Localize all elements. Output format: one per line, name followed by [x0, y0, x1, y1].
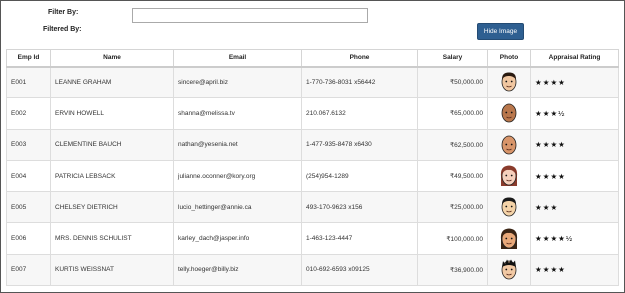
woman-face-icon	[499, 165, 519, 187]
name-cell: MRS. DENNIS SCHULIST	[50, 222, 174, 255]
emp-id-header[interactable]: Emp Id	[6, 49, 51, 68]
photo-cell	[487, 159, 531, 193]
phone-cell: 1-770-736-8031 x56442	[301, 65, 418, 99]
table-row[interactable]: E001 LEANNE GRAHAM sincere@april.biz 1-770-…	[6, 65, 619, 99]
table-row[interactable]: E007 KURTIS WEISSNAT telly.hoeger@billy.bi…	[6, 253, 619, 287]
emp-id-cell: E003	[6, 128, 51, 161]
name-cell: LEANNE GRAHAM	[50, 65, 174, 99]
filter-input[interactable]	[132, 8, 368, 23]
emp-id-cell: E001	[6, 65, 51, 99]
hide-image-button[interactable]: Hide Image	[477, 23, 524, 40]
appraisal-rating-cell: ★★★★	[530, 128, 619, 161]
phone-header[interactable]: Phone	[301, 49, 418, 68]
table-row[interactable]: E002 ERVIN HOWELL shanna@melissa.tv 210.067…	[6, 97, 619, 130]
table-body: E001 LEANNE GRAHAM sincere@april.biz 1-770-…	[6, 65, 619, 287]
man-spiky-hair-face-icon	[499, 259, 519, 280]
salary-cell: ₹50,000.00	[417, 65, 488, 99]
salary-cell: ₹100,000.00	[417, 222, 488, 255]
email-cell: shanna@melissa.tv	[173, 97, 302, 130]
email-cell: telly.hoeger@billy.biz	[173, 253, 302, 287]
photo-cell	[487, 253, 531, 287]
appraisal-rating-header[interactable]: Appraisal Rating	[530, 49, 619, 68]
star-rating-icon: ★★★★	[535, 77, 566, 87]
salary-cell: ₹49,500.00	[417, 159, 488, 193]
email-cell: lucio_hettinger@annie.ca	[173, 191, 302, 224]
photo-header[interactable]: Photo	[487, 49, 531, 68]
bald-man-face-icon	[499, 135, 519, 155]
name-cell: ERVIN HOWELL	[50, 97, 174, 130]
salary-header[interactable]: Salary	[417, 49, 488, 68]
email-header[interactable]: Email	[173, 49, 302, 68]
table-row[interactable]: E004 PATRICIA LEBSACK julianne.oconner@kor…	[6, 159, 619, 193]
photo-cell	[487, 97, 531, 130]
employee-table: Emp Id Name Email Phone Salary Photo Appraisal…	[6, 49, 619, 287]
star-rating-icon: ★★★	[535, 202, 559, 212]
phone-cell: 210.067.6132	[301, 97, 418, 130]
appraisal-rating-cell: ★★★★	[530, 159, 619, 193]
salary-cell: ₹25,000.00	[417, 191, 488, 224]
emp-id-cell: E006	[6, 222, 51, 255]
bald-man-face-icon	[499, 104, 519, 123]
salary-cell: ₹36,900.00	[417, 253, 488, 287]
phone-cell: (254)954-1289	[301, 159, 418, 193]
photo-cell	[487, 222, 531, 255]
name-cell: CHELSEY DIETRICH	[50, 191, 174, 224]
salary-cell: ₹62,500.00	[417, 128, 488, 161]
email-cell: julianne.oconner@kory.org	[173, 159, 302, 193]
appraisal-rating-cell: ★★★★	[530, 253, 619, 287]
star-rating-icon: ★★★½	[535, 108, 566, 118]
star-rating-icon: ★★★★	[535, 140, 566, 150]
phone-cell: 1-463-123-4447	[301, 222, 418, 255]
photo-cell	[487, 191, 531, 224]
man-short-hair-face-icon	[499, 72, 519, 92]
star-rating-icon: ★★★★	[535, 265, 566, 275]
filtered-by-label: Filtered By:	[43, 26, 82, 33]
phone-cell: 1-477-935-8478 x6430	[301, 128, 418, 161]
table-header-row: Emp Id Name Email Phone Salary Photo Appraisal…	[6, 49, 619, 68]
appraisal-rating-cell: ★★★	[530, 191, 619, 224]
woman-dark-hair-face-icon	[499, 228, 519, 249]
name-header[interactable]: Name	[50, 49, 174, 68]
email-cell: sincere@april.biz	[173, 65, 302, 99]
email-cell: nathan@yesenia.net	[173, 128, 302, 161]
name-cell: PATRICIA LEBSACK	[50, 159, 174, 193]
salary-cell: ₹65,000.00	[417, 97, 488, 130]
phone-cell: 493-170-9623 x156	[301, 191, 418, 224]
table-row[interactable]: E005 CHELSEY DIETRICH lucio_hettinger@anni…	[6, 191, 619, 224]
photo-cell	[487, 65, 531, 99]
table-row[interactable]: E003 CLEMENTINE BAUCH nathan@yesenia.net 1-…	[6, 128, 619, 161]
name-cell: CLEMENTINE BAUCH	[50, 128, 174, 161]
photo-cell	[487, 128, 531, 161]
name-cell: KURTIS WEISSNAT	[50, 253, 174, 287]
phone-cell: 010-692-6593 x09125	[301, 253, 418, 287]
emp-id-cell: E004	[6, 159, 51, 193]
appraisal-rating-cell: ★★★½	[530, 97, 619, 130]
man-dark-hair-face-icon	[499, 197, 519, 217]
star-rating-icon: ★★★★	[535, 171, 566, 181]
emp-id-cell: E002	[6, 97, 51, 130]
table-row[interactable]: E006 MRS. DENNIS SCHULIST karley_dach@jasp…	[6, 222, 619, 255]
emp-id-cell: E007	[6, 253, 51, 287]
appraisal-rating-cell: ★★★★	[530, 65, 619, 99]
email-cell: karley_dach@jasper.info	[173, 222, 302, 255]
star-rating-icon: ★★★★½	[535, 234, 574, 244]
emp-id-cell: E005	[6, 191, 51, 224]
filter-by-label: Filter By:	[48, 9, 79, 16]
appraisal-rating-cell: ★★★★½	[530, 222, 619, 255]
